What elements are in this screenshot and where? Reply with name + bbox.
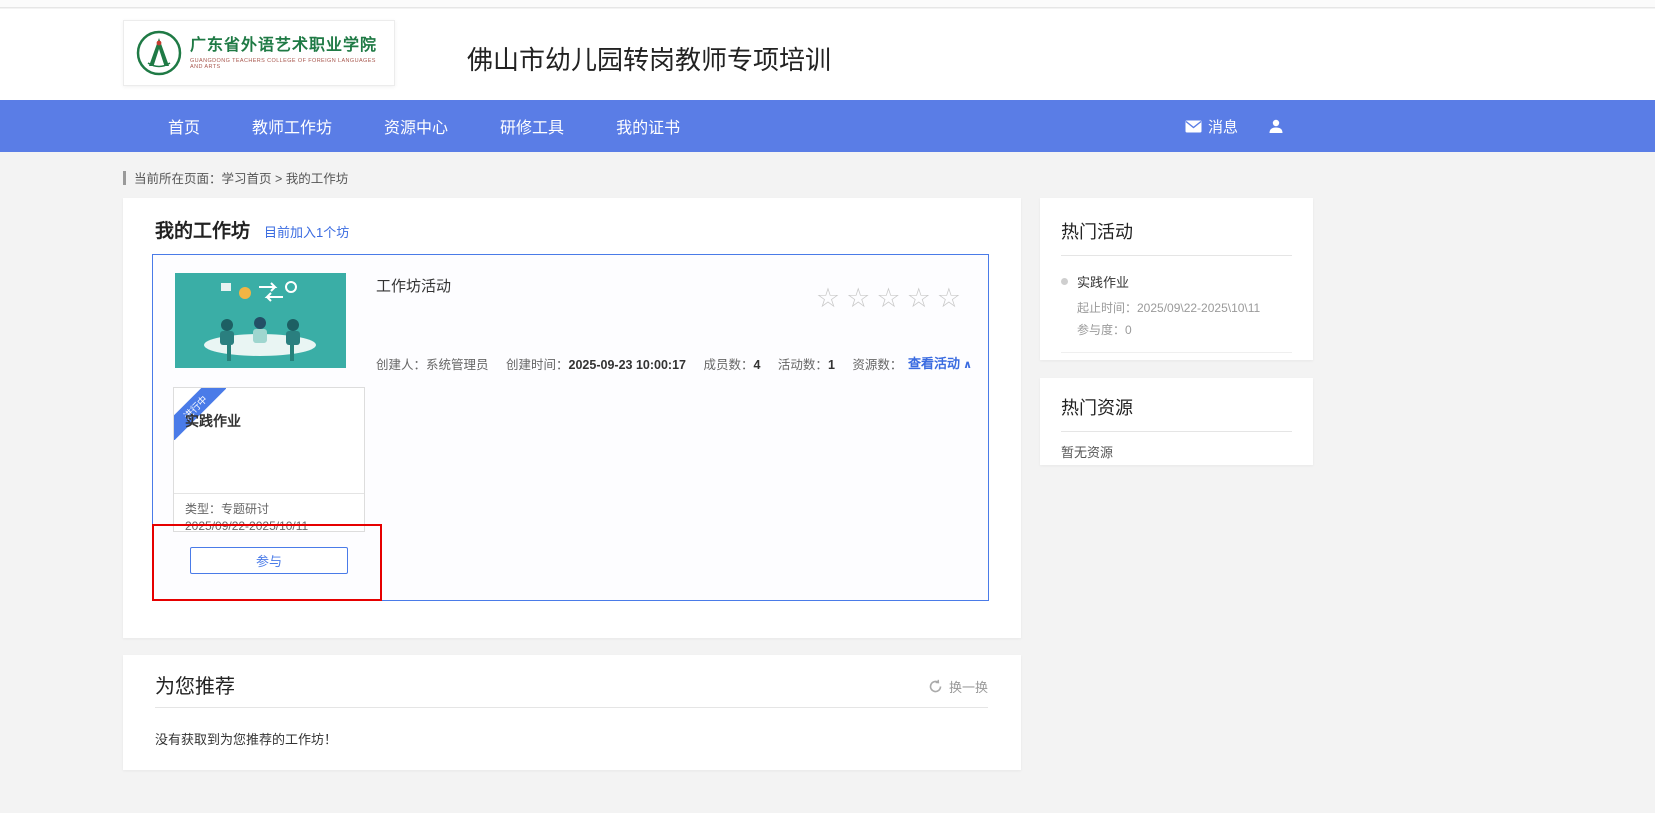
hot-activity-name: 实践作业	[1077, 275, 1130, 290]
hot-resources-empty-text: 暂无资源	[1061, 445, 1114, 460]
my-workshops-panel: 我的工作坊 目前加入1个坊 工作坊活动 ☆☆☆☆☆ 创建人：系统管理员 创建时间…	[123, 198, 1021, 638]
main-nav: 首页 教师工作坊 资源中心 研修工具 我的证书 消息	[0, 100, 1655, 152]
nav-item-certificates[interactable]: 我的证书	[616, 114, 680, 138]
my-workshops-title-row: 我的工作坊 目前加入1个坊	[155, 216, 349, 243]
joined-count-label: 目前加入1个坊	[264, 225, 350, 240]
divider	[1061, 431, 1292, 432]
nav-item-resources[interactable]: 资源中心	[384, 114, 448, 138]
star-icon: ☆	[876, 283, 907, 313]
creator-label: 创建人：	[376, 358, 427, 372]
activity-title: 实践作业	[185, 413, 241, 429]
hot-resources-title: 热门资源	[1061, 398, 1133, 418]
created-label: 创建时间：	[506, 358, 569, 372]
star-icon: ☆	[815, 283, 847, 313]
school-name-cn: 广东省外语艺术职业学院	[190, 37, 378, 54]
user-icon	[1269, 119, 1283, 133]
workshop-thumbnail	[175, 273, 346, 368]
messages-label: 消息	[1208, 118, 1239, 136]
activities-value: 1	[827, 358, 835, 372]
activity-info: 类型：专题研讨 2025/09/22-2025/10/11	[174, 493, 364, 531]
refresh-icon	[929, 679, 942, 693]
recommend-panel: 为您推荐 换一换 没有获取到为您推荐的工作坊！	[123, 655, 1021, 770]
workshop-meta: 创建人：系统管理员 创建时间：2025-09-23 10:00:17 成员数：4…	[376, 354, 902, 373]
hot-activity-item[interactable]: 实践作业 起止时间：2025/09\22-2025\10\11 参与度：0	[1061, 272, 1292, 353]
workshop-card: 工作坊活动 ☆☆☆☆☆ 创建人：系统管理员 创建时间：2025-09-23 10…	[152, 254, 989, 601]
hot-activities-title: 热门活动	[1061, 222, 1133, 242]
school-logo-icon	[136, 30, 182, 76]
hot-activities-panel: 热门活动 实践作业 起止时间：2025/09\22-2025\10\11 参与度…	[1040, 198, 1313, 360]
chevron-up-icon: ∧	[963, 359, 972, 371]
workshop-name: 工作坊活动	[376, 278, 452, 295]
page: 广东省外语艺术职业学院 GUANGDONG TEACHERS COLLEGE O…	[0, 0, 1655, 813]
refresh-recommend-button[interactable]: 换一换	[928, 677, 988, 696]
recommend-empty-text: 没有获取到为您推荐的工作坊！	[155, 732, 338, 747]
recommend-title: 为您推荐	[155, 676, 235, 698]
star-icon: ☆	[846, 283, 877, 313]
messages-button[interactable]: 消息	[1185, 116, 1238, 137]
envelope-icon	[1185, 120, 1202, 132]
refresh-label: 换一换	[948, 680, 988, 695]
join-button[interactable]: 参与	[190, 547, 348, 574]
rating-stars: ☆☆☆☆☆	[816, 285, 967, 312]
star-icon: ☆	[906, 283, 937, 313]
nav-items: 首页 教师工作坊 资源中心 研修工具 我的证书	[168, 114, 680, 138]
user-account-button[interactable]	[1268, 118, 1284, 134]
view-activities-label: 查看活动	[908, 356, 961, 371]
divider	[155, 707, 988, 708]
breadcrumb-bar	[123, 170, 126, 185]
activities-label: 活动数：	[777, 358, 828, 372]
site-header: 广东省外语艺术职业学院 GUANGDONG TEACHERS COLLEGE O…	[0, 9, 1655, 100]
activity-dates: 2025/09/22-2025/10/11	[185, 519, 309, 531]
activity-type: 类型：专题研讨	[185, 502, 270, 516]
nav-item-workshops[interactable]: 教师工作坊	[252, 114, 332, 138]
hot-resources-panel: 热门资源 暂无资源	[1040, 378, 1313, 465]
school-name-en: GUANGDONG TEACHERS COLLEGE OF FOREIGN LA…	[190, 58, 376, 70]
view-activities-link[interactable]: 查看活动 ∧	[908, 353, 972, 372]
top-divider	[0, 0, 1655, 8]
nav-right: 消息	[1185, 100, 1284, 152]
page-title: 佛山市幼儿园转岗教师专项培训	[467, 45, 832, 75]
creator-value: 系统管理员	[426, 358, 489, 372]
nav-item-home[interactable]: 首页	[168, 114, 200, 138]
breadcrumb-text: 当前所在页面：学习首页 > 我的工作坊	[134, 172, 349, 186]
hot-activity-participation: 参与度：0	[1077, 323, 1132, 337]
resources-label: 资源数：	[852, 358, 903, 372]
created-value: 2025-09-23 10:00:17	[568, 358, 686, 372]
star-icon: ☆	[936, 283, 967, 313]
nav-item-tools[interactable]: 研修工具	[500, 114, 564, 138]
activity-card[interactable]: 进行中 实践作业 类型：专题研讨 2025/09/22-2025/10/11	[173, 387, 365, 532]
divider	[1061, 255, 1292, 256]
school-logo-text: 广东省外语艺术职业学院 GUANGDONG TEACHERS COLLEGE O…	[190, 36, 382, 70]
breadcrumb: 当前所在页面：学习首页 > 我的工作坊	[123, 168, 348, 187]
members-label: 成员数：	[703, 358, 754, 372]
school-logo[interactable]: 广东省外语艺术职业学院 GUANGDONG TEACHERS COLLEGE O…	[123, 20, 395, 86]
my-workshops-title: 我的工作坊	[155, 221, 251, 242]
hot-activity-time: 起止时间：2025/09\22-2025\10\11	[1077, 301, 1261, 315]
members-value: 4	[753, 358, 761, 372]
bullet-icon	[1061, 278, 1068, 285]
